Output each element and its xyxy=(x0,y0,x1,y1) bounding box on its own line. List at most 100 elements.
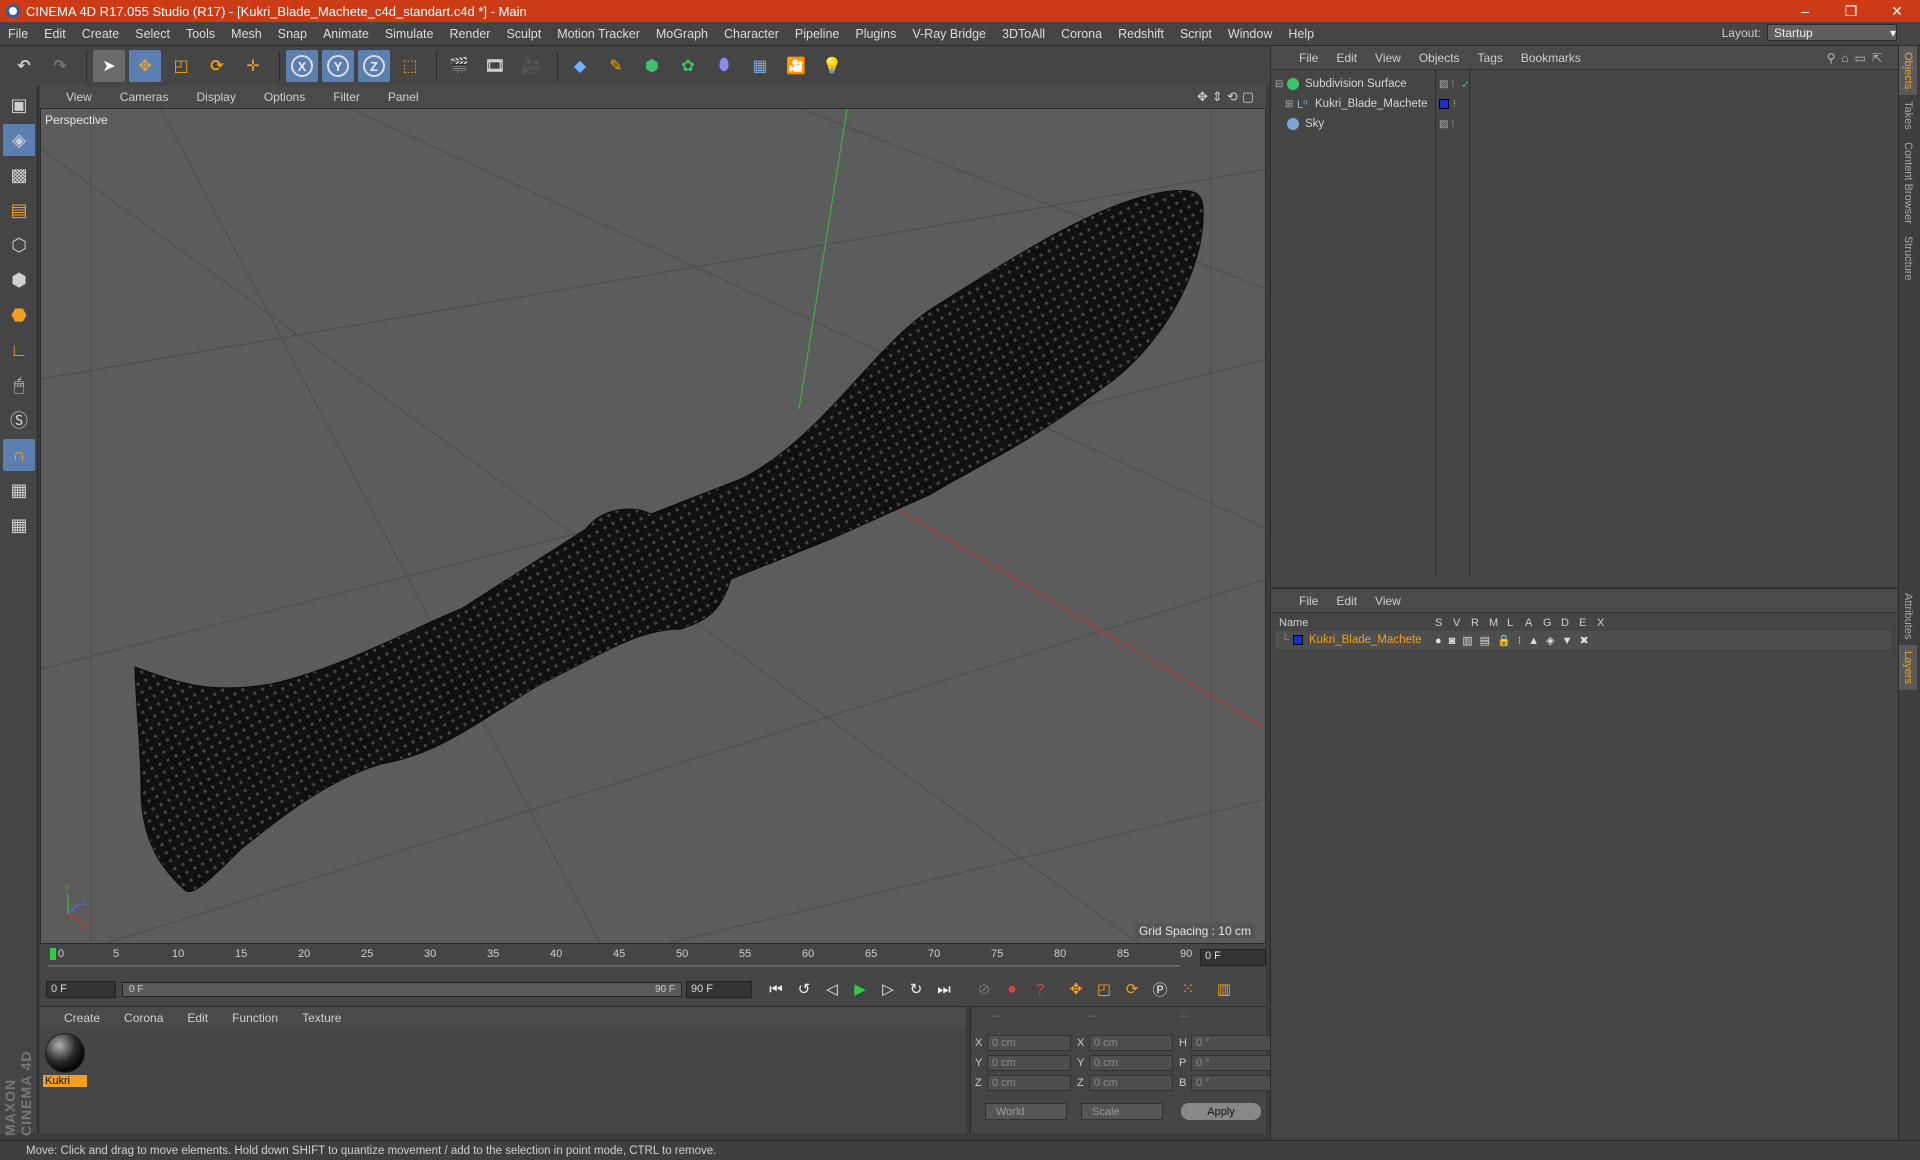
tab-content-browser[interactable]: Content Browser xyxy=(1899,136,1917,230)
z-axis-lock-button[interactable]: Z xyxy=(358,50,390,82)
menu-simulate[interactable]: Simulate xyxy=(377,27,442,41)
layer-menu-view[interactable]: View xyxy=(1367,594,1411,608)
add-spline-button[interactable]: ✎ xyxy=(600,50,632,82)
polygons-mode-button[interactable]: ⬣ xyxy=(3,299,35,331)
menu-corona[interactable]: Corona xyxy=(1053,27,1110,41)
go-to-end-button[interactable]: ⏭ xyxy=(932,977,956,1001)
lock-workplane-button[interactable]: ▦ xyxy=(3,474,35,506)
render-settings-button[interactable]: 🎥 xyxy=(515,50,547,82)
size-y-field[interactable]: 0 cm xyxy=(1089,1055,1173,1071)
menu-3dtoall[interactable]: 3DToAll xyxy=(994,27,1053,41)
add-deformer-button[interactable]: ⬮ xyxy=(708,50,740,82)
visibility-dots-icon[interactable]: ▨ ⁝ xyxy=(1439,119,1454,130)
tab-takes[interactable]: Takes xyxy=(1899,95,1917,136)
object-menu-file[interactable]: File xyxy=(1291,51,1328,65)
size-x-field[interactable]: 0 cm xyxy=(1089,1035,1173,1051)
tab-objects[interactable]: Objects xyxy=(1899,46,1917,96)
layer-color-swatch[interactable] xyxy=(1439,99,1449,109)
viewport-menu-display[interactable]: Display xyxy=(180,90,247,104)
play-button[interactable]: ▶ xyxy=(848,977,872,1001)
viewport-menu-options[interactable]: Options xyxy=(248,90,317,104)
position-y-field[interactable]: 0 cm xyxy=(987,1055,1071,1071)
rotation-h-field[interactable]: 0 ° xyxy=(1191,1035,1273,1051)
timeline-window-button[interactable]: ▥ xyxy=(1212,977,1236,1001)
coordinate-system-button[interactable]: ⬚ xyxy=(394,50,426,82)
add-floor-button[interactable]: ▦ xyxy=(744,50,776,82)
key-position-button[interactable]: ✥ xyxy=(1064,977,1088,1001)
add-camera-button[interactable]: 🎦 xyxy=(780,50,812,82)
autokey-button[interactable]: ⏺ xyxy=(1000,977,1024,1001)
add-light-button[interactable]: 💡 xyxy=(816,50,848,82)
layout-select[interactable]: Startup ▾ xyxy=(1767,24,1897,41)
expand-toggle-icon[interactable]: ⊞ xyxy=(1285,99,1297,110)
enabled-check-icon[interactable]: ✓ xyxy=(1461,78,1470,91)
material-swatch[interactable]: Kukri xyxy=(43,1033,87,1087)
menu-tools[interactable]: Tools xyxy=(178,27,223,41)
add-mograph-button[interactable]: ✿ xyxy=(672,50,704,82)
viewport-menu-filter[interactable]: Filter xyxy=(317,90,372,104)
layer-name[interactable]: Kukri_Blade_Machete xyxy=(1309,634,1435,646)
object-menu-edit[interactable]: Edit xyxy=(1328,51,1367,65)
menu-help[interactable]: Help xyxy=(1280,27,1322,41)
next-frame-button[interactable]: ▷ xyxy=(876,977,900,1001)
snap-toggle-button[interactable]: Ⓢ xyxy=(3,404,35,436)
key-scale-button[interactable]: ◰ xyxy=(1092,977,1116,1001)
viewport-menu-panel[interactable]: Panel xyxy=(372,90,431,104)
size-z-field[interactable]: 0 cm xyxy=(1089,1075,1173,1091)
object-menu-view[interactable]: View xyxy=(1367,51,1411,65)
position-z-field[interactable]: 0 cm xyxy=(987,1075,1071,1091)
menu-pipeline[interactable]: Pipeline xyxy=(787,27,847,41)
move-tool-button[interactable]: ✥ xyxy=(129,50,161,82)
previous-key-button[interactable]: ↺ xyxy=(792,977,816,1001)
restore-button[interactable]: ❐ xyxy=(1828,3,1874,20)
render-view-button[interactable]: 🎬 xyxy=(443,50,475,82)
undo-button[interactable]: ↶ xyxy=(8,50,40,82)
tab-layers[interactable]: Layers xyxy=(1899,645,1917,691)
tweak-mode-button[interactable]: 🖱 xyxy=(3,369,35,401)
apply-button[interactable]: Apply xyxy=(1181,1103,1261,1120)
viewport-menu-cameras[interactable]: Cameras xyxy=(104,90,181,104)
key-rotation-button[interactable]: ⟳ xyxy=(1120,977,1144,1001)
menu-animate[interactable]: Animate xyxy=(315,27,377,41)
material-menu-texture[interactable]: Texture xyxy=(288,1011,351,1025)
close-button[interactable]: ✕ xyxy=(1874,3,1920,20)
menu-sculpt[interactable]: Sculpt xyxy=(498,27,549,41)
timeline-ruler[interactable]: 0 5 10 15 20 25 30 35 40 45 50 55 60 65 … xyxy=(40,944,1266,972)
go-to-start-button[interactable]: ⏮ xyxy=(764,977,788,1001)
perspective-viewport[interactable]: Y Z X Perspective Grid Spacing : 10 cm xyxy=(40,108,1266,944)
texture-mode-button[interactable]: ▩ xyxy=(3,159,35,191)
menu-select[interactable]: Select xyxy=(127,27,178,41)
layer-toggle-icons[interactable]: ●◙▥▤🔒⁝▲◈▼✖ xyxy=(1435,634,1596,647)
menu-motion-tracker[interactable]: Motion Tracker xyxy=(549,27,648,41)
object-menu-tags[interactable]: Tags xyxy=(1470,51,1513,65)
menu-mograph[interactable]: MoGraph xyxy=(648,27,716,41)
workplane-align-button[interactable]: ▦ xyxy=(3,509,35,541)
scale-tool-button[interactable]: ◰ xyxy=(165,50,197,82)
make-editable-button[interactable]: ▣ xyxy=(3,89,35,121)
menu-script[interactable]: Script xyxy=(1172,27,1220,41)
menu-redshift[interactable]: Redshift xyxy=(1110,27,1172,41)
current-frame-field[interactable]: 0 F xyxy=(1200,949,1266,966)
last-tool-button[interactable]: ✛ xyxy=(237,50,269,82)
workplane-mode-button[interactable]: ▤ xyxy=(3,194,35,226)
coordinate-space-select[interactable]: World xyxy=(985,1103,1067,1120)
object-menu-objects[interactable]: Objects xyxy=(1411,51,1470,65)
object-row-kukri-blade-machete[interactable]: ⊞ L⁰ Kukri_Blade_Machete ⁝ xyxy=(1275,94,1895,114)
menu-character[interactable]: Character xyxy=(716,27,787,41)
viewport-menu-view[interactable]: View xyxy=(50,90,104,104)
add-cube-button[interactable]: ◆ xyxy=(564,50,596,82)
key-parameter-button[interactable]: Ⓟ xyxy=(1148,977,1172,1001)
layer-menu-edit[interactable]: Edit xyxy=(1328,594,1367,608)
material-menu-corona[interactable]: Corona xyxy=(110,1011,173,1025)
layer-color-swatch[interactable] xyxy=(1293,635,1303,645)
visibility-dots-icon[interactable]: ⁝ xyxy=(1453,99,1456,110)
position-x-field[interactable]: 0 cm xyxy=(987,1035,1071,1051)
object-row-subdivision-surface[interactable]: ⊟ Subdivision Surface ▨ ⁝ ✓ xyxy=(1275,74,1895,94)
model-mode-button[interactable]: ◈ xyxy=(3,124,35,156)
add-subdivision-button[interactable]: ⬢ xyxy=(636,50,668,82)
record-keys-button[interactable]: ⊘ xyxy=(972,977,996,1001)
menu-mesh[interactable]: Mesh xyxy=(223,27,270,41)
x-axis-lock-button[interactable]: X xyxy=(286,50,318,82)
material-menu-create[interactable]: Create xyxy=(50,1011,110,1025)
key-pla-button[interactable]: ⁙ xyxy=(1176,977,1200,1001)
